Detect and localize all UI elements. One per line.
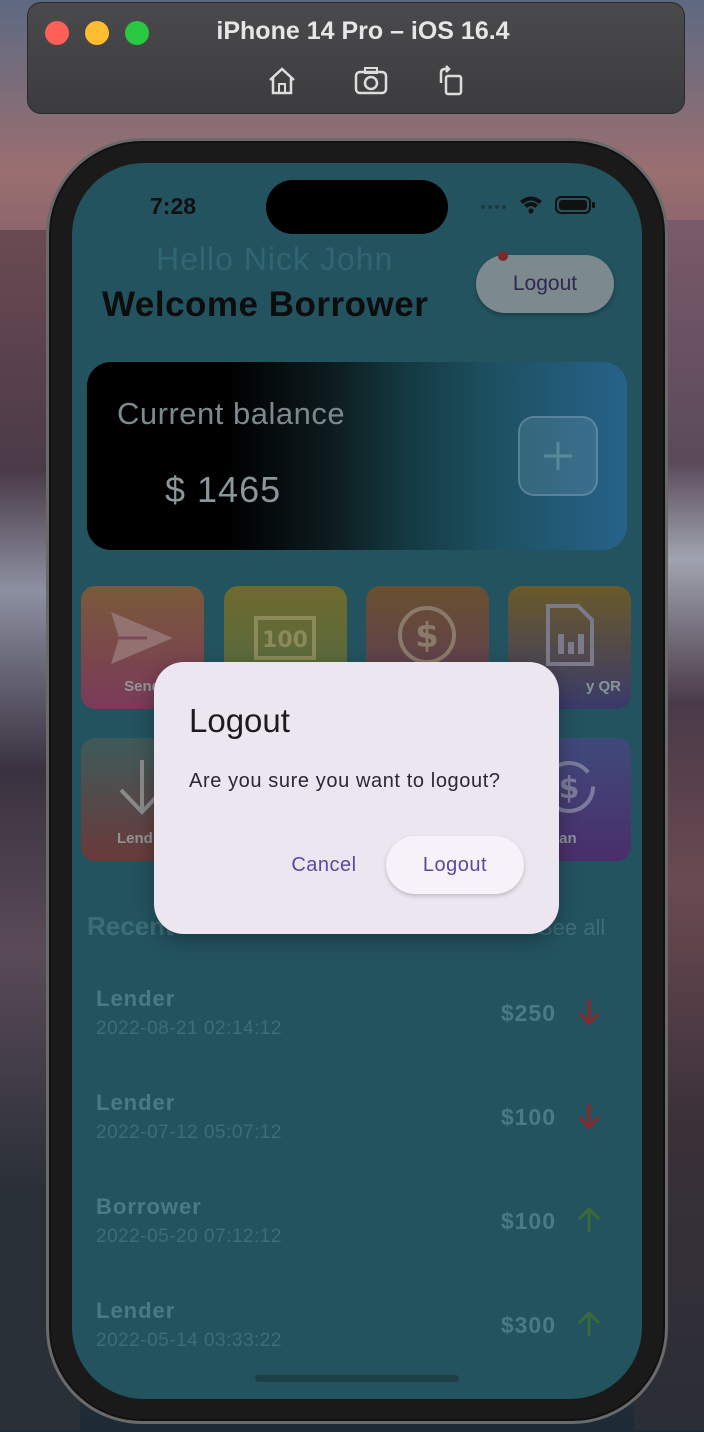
transaction-row[interactable]: Lender 2022-05-14 03:33:22 $300 <box>96 1298 616 1378</box>
banknote-icon: 100 <box>254 616 316 660</box>
zoom-window-button[interactable] <box>125 21 149 45</box>
transaction-row[interactable]: Borrower 2022-05-20 07:12:12 $100 <box>96 1194 616 1274</box>
arrow-up-icon <box>577 1310 601 1336</box>
rotate-icon[interactable] <box>433 63 469 99</box>
svg-text:100: 100 <box>262 628 308 653</box>
balance-value: $ 1465 <box>165 469 282 510</box>
arrow-down-icon <box>577 1104 601 1130</box>
dollar-icon: $ <box>398 606 456 664</box>
confirm-logout-button[interactable]: Logout <box>386 836 524 894</box>
arrow-down-icon <box>577 1000 601 1026</box>
welcome-title: Welcome Borrower <box>102 285 429 324</box>
notification-dot <box>498 251 508 261</box>
cancel-button[interactable]: Cancel <box>274 836 374 894</box>
plus-icon <box>544 442 572 470</box>
transaction-amount: $100 <box>500 1104 556 1130</box>
dialog-message: Are you sure you want to logout? <box>189 770 501 792</box>
transaction-amount: $250 <box>500 1000 556 1026</box>
transaction-name: Borrower <box>96 1194 202 1219</box>
dynamic-island <box>266 180 448 234</box>
simulator-title: iPhone 14 Pro – iOS 16.4 <box>216 17 510 45</box>
status-time: 7:28 <box>150 193 197 219</box>
transaction-date: 2022-08-21 02:14:12 <box>96 1018 282 1039</box>
send-icon <box>111 612 173 664</box>
transaction-row[interactable]: Lender 2022-07-12 05:07:12 $100 <box>96 1090 616 1170</box>
transaction-date: 2022-05-14 03:33:22 <box>96 1330 282 1351</box>
balance-label: Current balance <box>117 396 346 431</box>
svg-text:$: $ <box>559 771 580 806</box>
transaction-date: 2022-07-12 05:07:12 <box>96 1122 282 1143</box>
logout-button[interactable]: Logout <box>476 255 614 313</box>
home-icon[interactable] <box>264 63 300 99</box>
wifi-icon <box>520 196 542 214</box>
logout-dialog: Logout Are you sure you want to logout? … <box>154 662 559 934</box>
cellular-dots-icon <box>481 205 506 209</box>
dialog-title: Logout <box>189 702 290 739</box>
transaction-amount: $100 <box>500 1208 556 1234</box>
transaction-amount: $300 <box>500 1312 556 1338</box>
svg-text:$: $ <box>415 616 439 656</box>
simulator-title-bar: iPhone 14 Pro – iOS 16.4 <box>27 2 685 114</box>
transaction-row[interactable]: Lender 2022-08-21 02:14:12 $250 <box>96 986 616 1066</box>
add-funds-button[interactable] <box>518 416 598 496</box>
screenshot-icon[interactable] <box>353 63 389 99</box>
transaction-name: Lender <box>96 1298 176 1323</box>
close-window-button[interactable] <box>45 21 69 45</box>
sim-card-icon <box>546 604 594 666</box>
battery-icon <box>555 196 595 214</box>
greeting-text: Hello Nick John <box>156 241 394 277</box>
home-indicator[interactable] <box>255 1375 459 1382</box>
arrow-up-icon <box>577 1206 601 1232</box>
transaction-name: Lender <box>96 986 176 1011</box>
balance-card: Current balance $ 1465 <box>87 362 627 550</box>
transaction-name: Lender <box>96 1090 176 1115</box>
status-indicators <box>481 196 595 214</box>
minimize-window-button[interactable] <box>85 21 109 45</box>
transaction-date: 2022-05-20 07:12:12 <box>96 1226 282 1247</box>
